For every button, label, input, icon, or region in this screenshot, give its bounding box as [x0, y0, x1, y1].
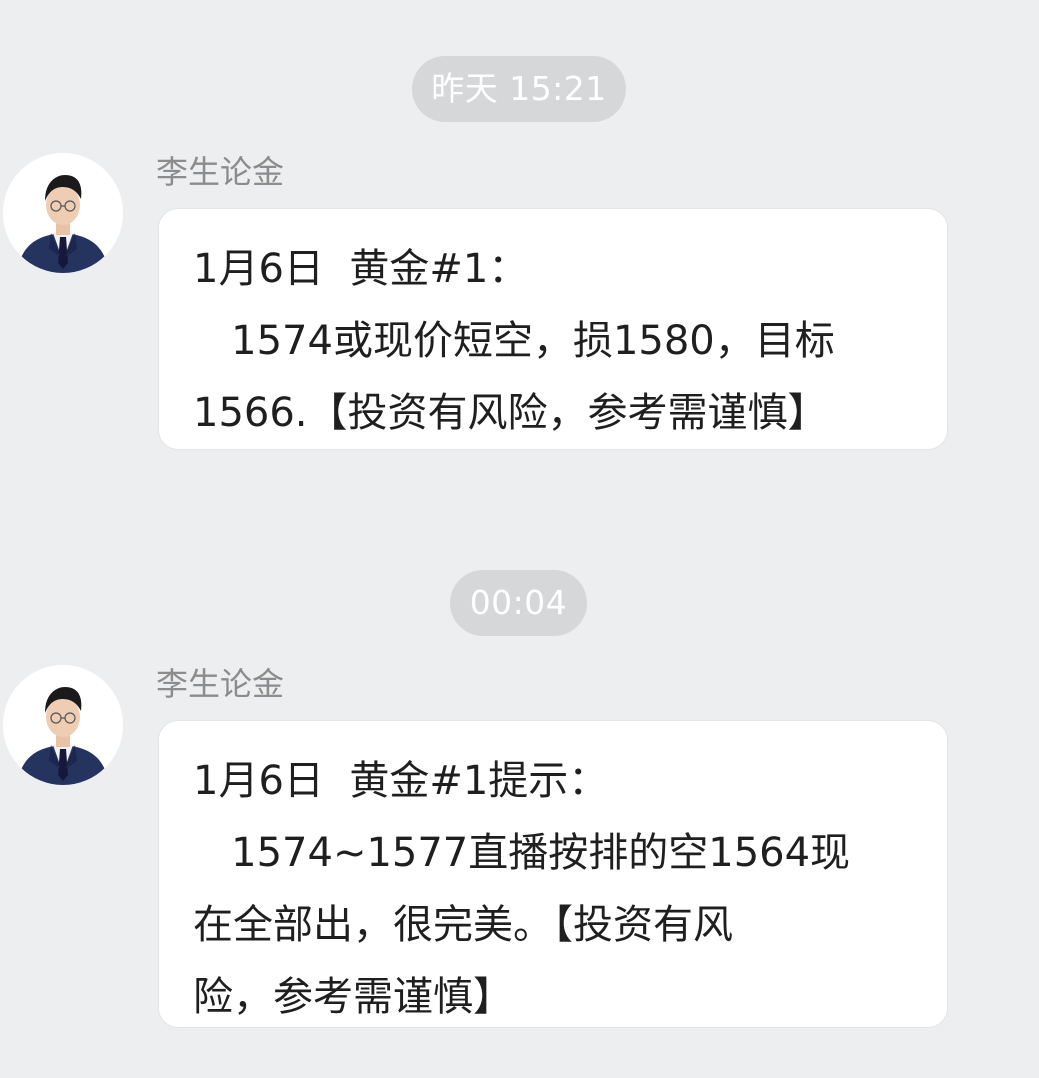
message-line: 1574或现价短空，损1580，目标	[193, 318, 835, 364]
avatar-portrait-icon	[3, 153, 123, 273]
sender-name: 李生论金	[156, 665, 285, 703]
message-line: 险，参考需谨慎】	[193, 974, 513, 1020]
message-line: 在全部出，很完美。【投资有风	[193, 902, 733, 948]
message-line: 1574~1577直播按排的空1564现	[193, 830, 851, 876]
message-bubble[interactable]: 1月6日 黄金#1： 1574或现价短空，损1580，目标 1566.【投资有风…	[158, 208, 948, 450]
sender-name: 李生论金	[156, 153, 285, 191]
sender-avatar[interactable]	[3, 153, 123, 273]
sender-avatar[interactable]	[3, 665, 123, 785]
timestamp-pill: 00:04	[450, 570, 587, 636]
timestamp-pill: 昨天 15:21	[412, 56, 626, 122]
avatar-portrait-icon	[3, 665, 123, 785]
message-line: 1月6日 黄金#1：	[193, 246, 529, 292]
message-line: 1566.【投资有风险，参考需谨慎】	[193, 390, 828, 436]
message-bubble[interactable]: 1月6日 黄金#1提示： 1574~1577直播按排的空1564现 在全部出，很…	[158, 720, 948, 1028]
message-line: 1月6日 黄金#1提示：	[193, 758, 609, 804]
